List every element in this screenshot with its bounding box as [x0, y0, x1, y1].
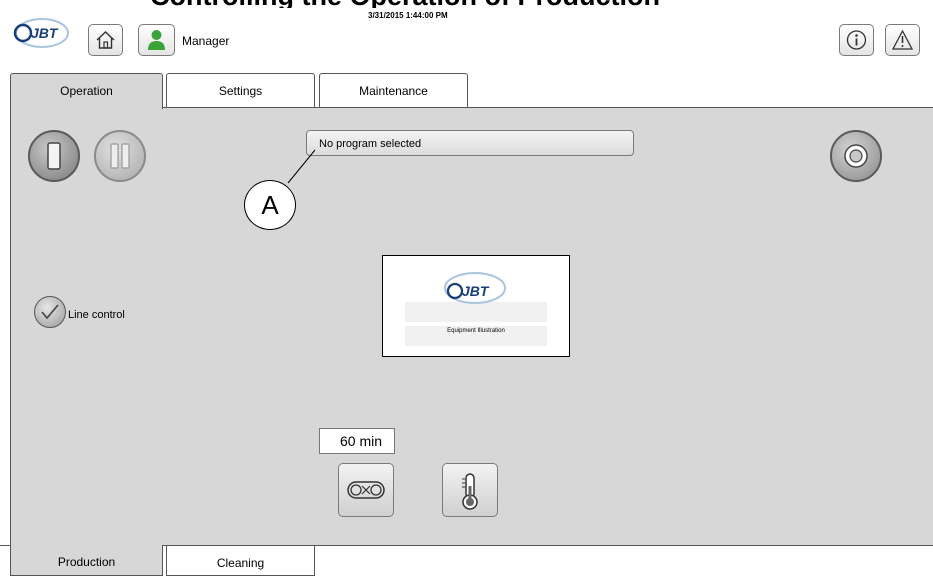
start-icon [47, 142, 61, 170]
callout-a-marker: A [244, 180, 296, 230]
pause-icon [110, 143, 130, 169]
jbt-logo: JBT [13, 17, 71, 49]
conveyor-icon [347, 481, 385, 499]
logo-text: JBT [31, 25, 59, 41]
home-icon [96, 31, 115, 49]
checkmark-icon [41, 304, 59, 320]
datetime-display: 3/31/2015 1:44:00 PM [368, 11, 448, 20]
warning-icon [891, 29, 914, 50]
illustration-caption: Equipment Illustration [447, 328, 505, 334]
illustration-band [405, 302, 547, 322]
start-button[interactable] [28, 130, 80, 182]
clipped-heading-text: Controlling the Operation of Production [150, 0, 660, 8]
conveyor-button[interactable] [338, 463, 394, 517]
user-role-label: Manager [182, 34, 230, 48]
warning-button[interactable] [885, 24, 920, 56]
tab-divider-line [163, 107, 933, 108]
home-button[interactable] [88, 24, 123, 56]
user-button[interactable] [138, 24, 175, 56]
stop-button[interactable] [830, 130, 882, 182]
program-status-field[interactable]: No program selected [306, 130, 634, 156]
illustration-logo-text: JBT [462, 283, 490, 299]
stop-icon [844, 144, 868, 168]
thermometer-icon [462, 473, 478, 510]
line-control-button[interactable] [34, 296, 66, 328]
clipped-page-heading: Controlling the Operation of Production [0, 0, 933, 8]
equipment-illustration: JBT Equipment Illustration [382, 255, 570, 357]
info-icon [846, 30, 867, 50]
user-icon [148, 30, 165, 50]
pause-button[interactable] [94, 130, 146, 182]
tab-operation[interactable]: Operation [10, 73, 163, 109]
illustration-logo: JBT [444, 272, 506, 304]
tab-cleaning[interactable]: Cleaning [166, 545, 315, 576]
temperature-button[interactable] [442, 463, 498, 517]
line-control-label: Line control [68, 309, 125, 321]
duration-display: 60 min [319, 428, 395, 454]
info-button[interactable] [839, 24, 874, 56]
tab-settings[interactable]: Settings [166, 73, 315, 107]
tab-production[interactable]: Production [10, 545, 163, 576]
tab-maintenance[interactable]: Maintenance [319, 73, 468, 107]
